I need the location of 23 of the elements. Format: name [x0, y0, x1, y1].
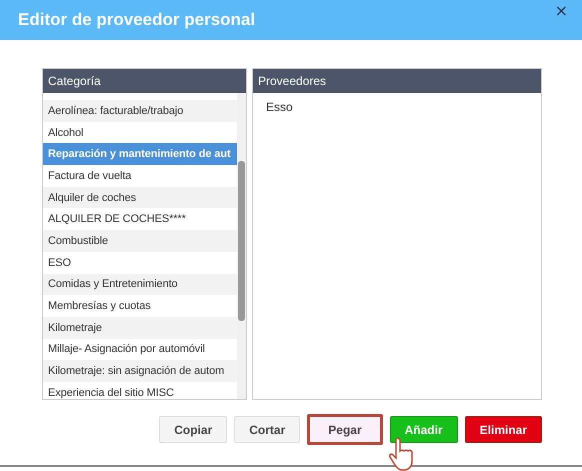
category-item[interactable]: Comidas y Entretenimiento — [43, 274, 237, 296]
action-button[interactable]: Pegar — [307, 414, 383, 445]
provider-item[interactable]: Esso — [253, 93, 541, 114]
column-header: Categoría — [43, 69, 246, 93]
action-button[interactable]: Copiar — [159, 416, 228, 443]
window-title: Editor de proveedor personal — [18, 10, 256, 30]
action-button[interactable]: Eliminar — [464, 416, 542, 443]
action-button[interactable]: Cortar — [234, 416, 300, 443]
category-item[interactable]: Millaje- Asignación por automóvil — [43, 338, 237, 360]
category-item[interactable]: Kilometraje — [43, 316, 237, 339]
category-item[interactable]: Membresías y cuotas — [43, 295, 237, 317]
column-header: Proveedores — [253, 69, 541, 93]
scrollbar[interactable] — [237, 93, 246, 399]
category-item[interactable]: Alquiler de coches — [43, 186, 237, 208]
category-item[interactable]: Kilometraje: sin asignación de autom — [43, 360, 237, 382]
category-item[interactable]: Aerolínea: facturable/trabajo — [43, 100, 237, 122]
category-item[interactable]: Combustible — [43, 230, 237, 252]
category-item[interactable]: Alcohol — [43, 122, 237, 144]
category-item[interactable]: ALQUILER DE COCHES**** — [43, 208, 237, 230]
close-button[interactable]: × — [554, 2, 568, 20]
category-item[interactable]: Experiencia del sitio MISC — [43, 382, 237, 399]
category-item[interactable]: ESO — [43, 252, 237, 274]
category-item[interactable]: Factura de vuelta — [43, 165, 237, 187]
